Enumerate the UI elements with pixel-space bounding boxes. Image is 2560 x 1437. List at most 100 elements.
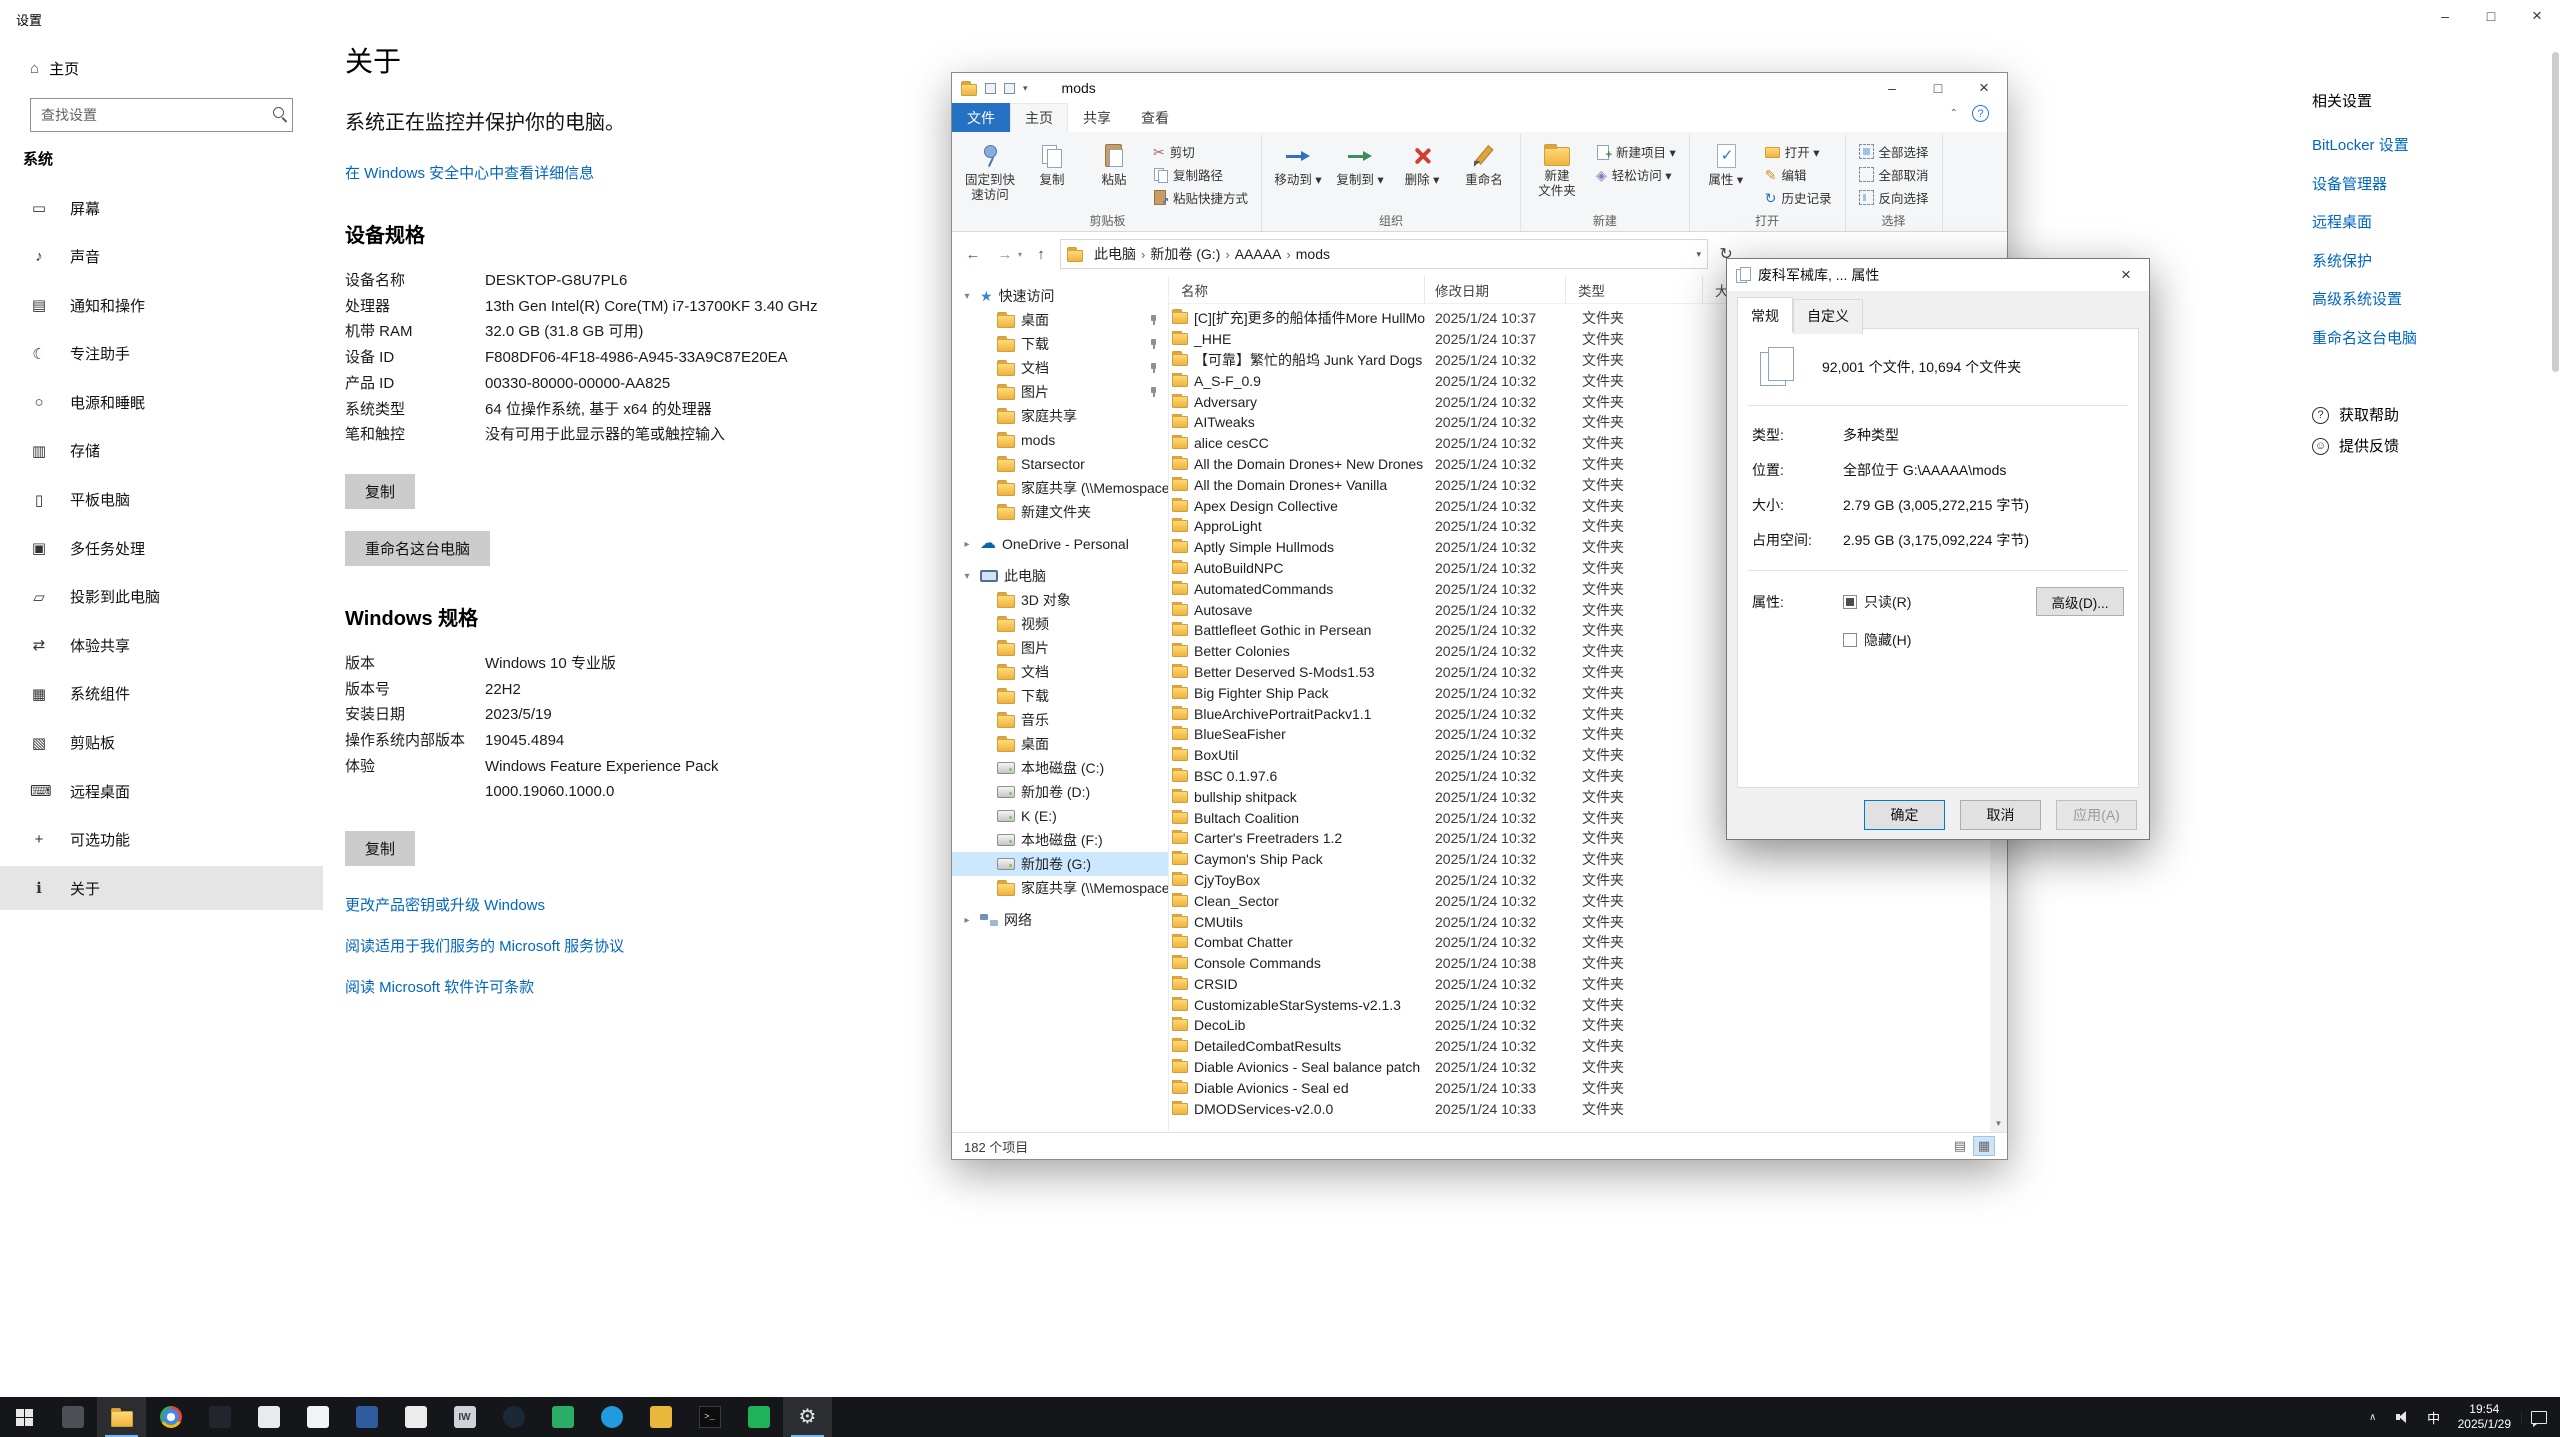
give-feedback-link[interactable]: ☺提供反馈 [2312, 431, 2552, 462]
sidebar-item-system-components[interactable]: ▦系统组件 [0, 672, 323, 716]
file-row[interactable]: Clean_Sector2025/1/24 10:32文件夹 [1169, 890, 2007, 911]
action-center-button[interactable] [2521, 1411, 2555, 1424]
nav-item[interactable]: 下载 [952, 332, 1168, 356]
nav-item[interactable]: 文档 [952, 660, 1168, 684]
nav-item[interactable]: 本地磁盘 (C:) [952, 756, 1168, 780]
properties-button[interactable]: 属性 ▾ [1696, 136, 1756, 212]
nav-item[interactable]: 家庭共享 (\\Memospace) ( [952, 876, 1168, 900]
sidebar-item-multitasking[interactable]: ▣多任务处理 [0, 526, 323, 570]
new-folder-button[interactable]: 新建 文件夹 [1527, 136, 1587, 212]
new-item-button[interactable]: 新建项目 ▾ [1589, 140, 1683, 163]
sidebar-item-about[interactable]: ℹ关于 [0, 866, 323, 910]
taskbar-app-icon-10[interactable] [636, 1397, 685, 1437]
back-button[interactable]: ← [960, 246, 986, 263]
forward-button[interactable]: → [992, 246, 1018, 263]
taskbar-app-icon-1[interactable] [48, 1397, 97, 1437]
file-row[interactable]: CustomizableStarSystems-v2.1.32025/1/24 … [1169, 994, 2007, 1015]
related-setting-link[interactable]: 高级系统设置 [2312, 281, 2552, 320]
file-row[interactable]: Console Commands2025/1/24 10:38文件夹 [1169, 953, 2007, 974]
sidebar-item-sound[interactable]: ♪声音 [0, 235, 323, 279]
taskbar-clock[interactable]: 19:54 2025/1/29 [2448, 1402, 2521, 1432]
related-setting-link[interactable]: 重命名这台电脑 [2312, 320, 2552, 359]
related-setting-link[interactable]: 设备管理器 [2312, 166, 2552, 205]
minimize-button[interactable] [1869, 72, 1915, 104]
taskbar-app-icon-8[interactable] [538, 1397, 587, 1437]
sidebar-item-projecting[interactable]: ▱投影到此电脑 [0, 575, 323, 619]
nav-item[interactable]: ▸网络 [952, 908, 1168, 932]
close-icon[interactable]: × [2103, 259, 2149, 291]
sidebar-item-tablet[interactable]: ▯平板电脑 [0, 478, 323, 522]
ribbon-collapse-icon[interactable]: ⌃ [1950, 108, 1958, 119]
easy-access-button[interactable]: ◈轻松访问 ▾ [1589, 163, 1683, 186]
start-button[interactable] [0, 1397, 48, 1437]
taskbar-app-icon-9[interactable] [587, 1397, 636, 1437]
address-dropdown-icon[interactable]: ▾ [1696, 249, 1701, 260]
taskbar-app-icon-5[interactable] [342, 1397, 391, 1437]
apply-button[interactable]: 应用(A) [2056, 800, 2137, 830]
cut-button[interactable]: ✂剪切 [1146, 140, 1255, 163]
ribbon-tab-home[interactable]: 主页 [1010, 103, 1068, 132]
copy-windows-specs-button[interactable]: 复制 [345, 831, 415, 866]
sidebar-item-power-sleep[interactable]: ○电源和睡眠 [0, 380, 323, 424]
file-row[interactable]: CRSID2025/1/24 10:32文件夹 [1169, 974, 2007, 995]
close-button[interactable] [1961, 72, 2007, 104]
paste-button[interactable]: 粘贴 [1084, 136, 1144, 212]
copy-button[interactable]: 复制 [1022, 136, 1082, 212]
edit-button[interactable]: ✎编辑 [1758, 163, 1839, 186]
nav-item[interactable]: 家庭共享 (\\Memospace) ( [952, 476, 1168, 500]
nav-item[interactable]: 3D 对象 [952, 588, 1168, 612]
file-row[interactable]: Diable Avionics - Seal ed2025/1/24 10:33… [1169, 1077, 2007, 1098]
select-all-button[interactable]: 全部选择 [1852, 140, 1936, 163]
taskbar-chrome-icon[interactable] [146, 1397, 195, 1437]
sidebar-item-clipboard[interactable]: ▧剪贴板 [0, 721, 323, 765]
delete-button[interactable]: 删除 ▾ [1392, 136, 1452, 212]
sidebar-item-shared-experiences[interactable]: ⇄体验共享 [0, 623, 323, 667]
close-button[interactable] [2514, 0, 2560, 32]
ribbon-tab-view[interactable]: 查看 [1126, 103, 1184, 132]
file-row[interactable]: DMODServices-v2.0.02025/1/24 10:33文件夹 [1169, 1098, 2007, 1119]
qat-properties-icon[interactable] [985, 83, 996, 94]
ok-button[interactable]: 确定 [1864, 800, 1945, 830]
maximize-button[interactable] [1915, 72, 1961, 104]
scroll-down-icon[interactable]: ▼ [1990, 1115, 2007, 1132]
hidden-icons-chevron-icon[interactable]: ∧ [2358, 1412, 2388, 1423]
nav-item[interactable]: 本地磁盘 (F:) [952, 828, 1168, 852]
nav-item[interactable]: 新建文件夹 [952, 500, 1168, 524]
properties-tab-general[interactable]: 常规 [1737, 297, 1793, 332]
file-row[interactable]: DetailedCombatResults2025/1/24 10:32文件夹 [1169, 1036, 2007, 1057]
ribbon-tab-share[interactable]: 共享 [1068, 103, 1126, 132]
nav-item[interactable]: 音乐 [952, 708, 1168, 732]
taskbar-terminal-icon[interactable]: >_ [685, 1397, 734, 1437]
sidebar-item-home[interactable]: ⌂ 主页 [30, 58, 79, 79]
get-help-link[interactable]: ?获取帮助 [2312, 400, 2552, 431]
column-header-1[interactable]: 修改日期 [1425, 276, 1566, 303]
breadcrumb-segment[interactable]: 此电脑 [1089, 244, 1141, 264]
large-icons-view-icon[interactable]: ▦ [1973, 1136, 1995, 1156]
sidebar-item-display[interactable]: ▭屏幕 [0, 186, 323, 230]
breadcrumb-segment[interactable]: AAAAA [1230, 246, 1287, 262]
paste-shortcut-button[interactable]: 粘贴快捷方式 [1146, 186, 1255, 209]
nav-item[interactable]: Starsector [952, 452, 1168, 476]
invert-selection-button[interactable]: 反向选择 [1852, 186, 1936, 209]
copy-to-button[interactable]: 复制到 ▾ [1330, 136, 1390, 212]
file-row[interactable]: CMUtils2025/1/24 10:32文件夹 [1169, 911, 2007, 932]
rename-button[interactable]: 重命名 [1454, 136, 1514, 212]
ribbon-tab-file[interactable]: 文件 [952, 103, 1010, 132]
rename-pc-button[interactable]: 重命名这台电脑 [345, 531, 490, 566]
help-icon[interactable]: ? [1972, 105, 1989, 122]
recent-locations-icon[interactable]: ▾ [1018, 250, 1022, 259]
breadcrumb-segment[interactable]: 新加卷 (G:) [1145, 244, 1225, 264]
sidebar-item-optional-features[interactable]: +可选功能 [0, 818, 323, 862]
nav-item[interactable]: ▾此电脑 [952, 564, 1168, 588]
nav-item[interactable]: 新加卷 (G:) [952, 852, 1168, 876]
nav-item[interactable]: ▾★快速访问 [952, 284, 1168, 308]
open-button[interactable]: 打开 ▾ [1758, 140, 1839, 163]
file-row[interactable]: Diable Avionics - Seal balance patch2025… [1169, 1057, 2007, 1078]
history-button[interactable]: ↻历史记录 [1758, 186, 1839, 209]
qat-customize-icon[interactable]: ▾ [1023, 83, 1028, 94]
qat-new-folder-icon[interactable] [1004, 83, 1015, 94]
column-header-2[interactable]: 类型 [1566, 276, 1703, 303]
settings-search-input[interactable] [30, 98, 293, 132]
nav-item[interactable]: 下载 [952, 684, 1168, 708]
details-view-icon[interactable]: ▤ [1949, 1136, 1971, 1156]
